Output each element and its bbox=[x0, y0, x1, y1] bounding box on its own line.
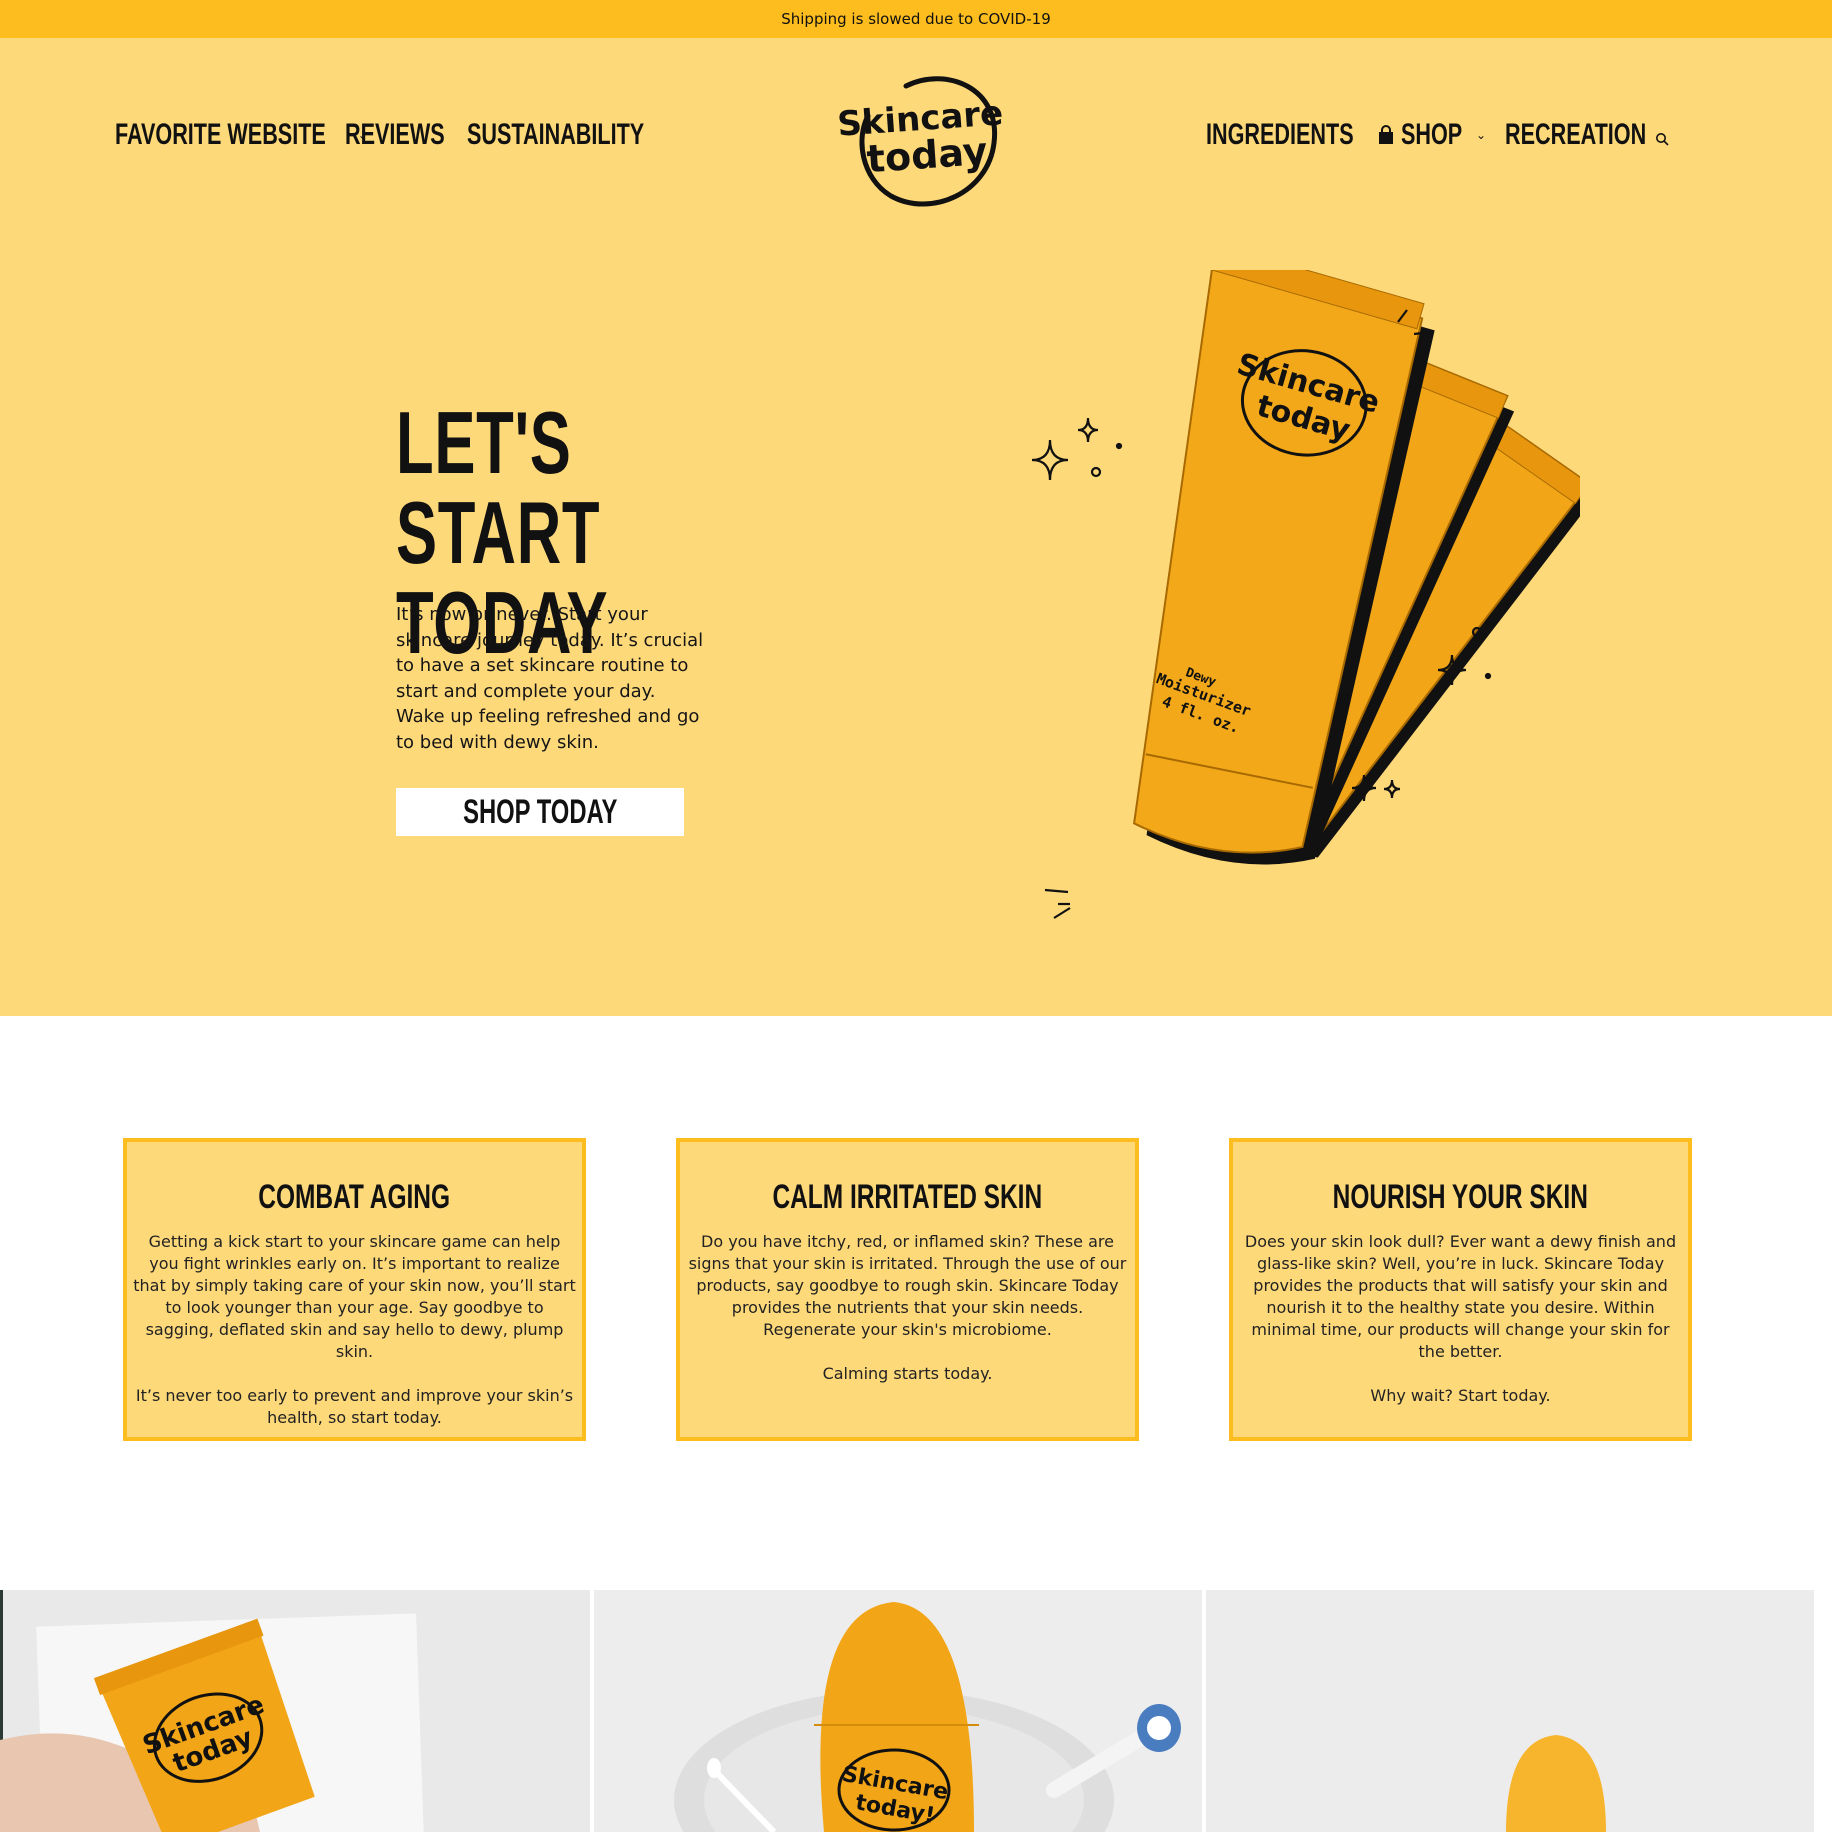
card-calm-irritated-skin: CALM IRRITATED SKIN Do you have itchy, r… bbox=[676, 1138, 1139, 1441]
search-button[interactable] bbox=[1655, 132, 1669, 146]
card-nourish-your-skin: NOURISH YOUR SKIN Does your skin look du… bbox=[1229, 1138, 1692, 1441]
nav-label: FAVORITE WEBSITE bbox=[115, 118, 326, 151]
nav-label: SHOP bbox=[1401, 118, 1463, 151]
photo-orange-product bbox=[1206, 1590, 1814, 1832]
search-icon bbox=[1656, 133, 1669, 146]
shop-today-button[interactable]: SHOP TODAY bbox=[396, 788, 684, 836]
card-title: NOURISH YOUR SKIN bbox=[1332, 1178, 1589, 1216]
chevron-down-icon: ⌄ bbox=[1476, 128, 1487, 142]
nav-label: INGREDIENTS bbox=[1206, 118, 1354, 151]
card-subtext: It’s never too early to prevent and impr… bbox=[135, 1386, 574, 1427]
nav-label: SUSTAINABILITY bbox=[467, 118, 645, 151]
card-combat-aging: COMBAT AGING Getting a kick start to you… bbox=[123, 1138, 586, 1441]
announcement-text: Shipping is slowed due to COVID-19 bbox=[781, 10, 1051, 28]
nav-label: RECREATION bbox=[1505, 118, 1647, 151]
card-text: Getting a kick start to your skincare ga… bbox=[133, 1232, 576, 1361]
announcement-bar: Shipping is slowed due to COVID-19 bbox=[0, 0, 1832, 38]
nav-sustainability[interactable]: SUSTAINABILITY bbox=[467, 118, 713, 152]
shopping-bag-icon bbox=[1379, 125, 1393, 144]
hero-description: It’s now or never. Start your skincare j… bbox=[396, 604, 704, 753]
nav-label: REVIEWS bbox=[345, 118, 445, 151]
hero-title-line1: LET'S START bbox=[396, 393, 601, 582]
photo-product-bowl: Skincare today! bbox=[594, 1590, 1202, 1832]
card-subtext: Why wait? Start today. bbox=[1370, 1386, 1551, 1405]
nav-reviews[interactable]: REVIEWS bbox=[345, 118, 483, 152]
nav-favorite-website[interactable]: FAVORITE WEBSITE ⌄ bbox=[115, 118, 368, 152]
shop-today-label: SHOP TODAY bbox=[462, 792, 618, 831]
nav-shop[interactable]: SHOP ⌄ bbox=[1377, 118, 1486, 152]
skincare-today-logo[interactable]: Skincare today bbox=[836, 68, 1008, 212]
card-text: Does your skin look dull? Ever want a de… bbox=[1244, 1232, 1677, 1361]
card-text: Do you have itchy, red, or inflamed skin… bbox=[688, 1232, 1127, 1339]
card-title: COMBAT AGING bbox=[258, 1178, 451, 1216]
moisturizer-tubes-illustration: Skincare today Dewy Moisturizer 4 fl. oz… bbox=[1031, 270, 1580, 919]
card-subtext: Calming starts today. bbox=[822, 1364, 993, 1383]
card-title: CALM IRRITATED SKIN bbox=[772, 1178, 1043, 1216]
logo-line2: today bbox=[865, 129, 989, 181]
nav-recreation[interactable]: RECREATION bbox=[1505, 118, 1701, 152]
photo-hand-with-tube: Skincare today bbox=[0, 1590, 590, 1832]
